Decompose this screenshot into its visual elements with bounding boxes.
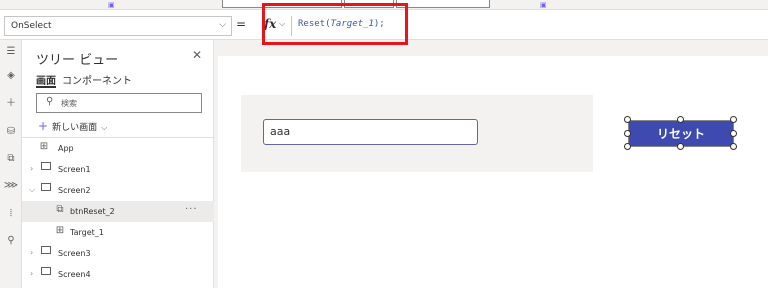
new-screen-button[interactable]: + 新しい画面 ⌵ [38,119,107,133]
search-icon: ⚲ [46,96,54,107]
new-screen-label: 新しい画面 [52,123,98,133]
tree-item-label: Screen3 [58,249,91,258]
left-rail: ☰ ◈ ＋ ⛁ ⧉ ⋙ ⦙ ⚲ [0,40,22,288]
active-tab-indicator [36,86,56,88]
text-input[interactable]: aaa [263,119,478,145]
screen-icon [40,246,52,258]
more-options-icon[interactable]: ··· [185,204,198,215]
tree-item-label: Screen2 [58,186,91,195]
tree-item-btnreset-2[interactable]: ⧉ btnReset_2 ··· [22,201,214,222]
chevron-right-icon[interactable]: › [30,269,33,278]
resize-handle[interactable] [730,116,737,123]
tree-item-app[interactable]: ⊞ App [22,138,214,159]
container-icon: ⊞ [55,225,65,236]
resize-handle[interactable] [677,143,684,150]
tree-view-title: ツリー ビュー [36,53,119,68]
resize-handle[interactable] [730,143,737,150]
property-dropdown-value: OnSelect [11,21,52,31]
media-icon[interactable]: ⧉ [3,151,19,167]
resize-handle[interactable] [624,130,631,137]
search-input[interactable]: ⚲ 検索 [36,93,202,113]
tree-item-target-1[interactable]: ⊞ Target_1 [22,222,214,243]
equals-sign: = [236,17,247,31]
toolbar-icon[interactable]: ▣ [540,1,547,9]
button-control-icon: ⧉ [56,204,64,215]
tree-item-screen2[interactable]: ⌵ Screen2 [22,180,214,201]
chevron-down-icon[interactable]: ⌵ [29,185,35,195]
tree-item-screen1[interactable]: › Screen1 [22,159,214,180]
layers-icon[interactable]: ◈ [3,68,19,84]
tree-item-label: btnReset_2 [70,207,115,216]
tree-item-screen3[interactable]: › Screen3 [22,243,214,264]
tree-item-label: App [58,144,74,153]
chevron-down-icon: ⌵ [219,20,226,30]
hamburger-menu-icon[interactable]: ☰ [3,44,19,60]
chevron-right-icon[interactable]: › [30,248,33,257]
close-icon[interactable]: ✕ [192,48,202,62]
search-icon[interactable]: ⚲ [3,233,19,249]
toolbar-icon[interactable]: ▣ [108,1,115,9]
plus-icon: + [38,119,49,133]
tree-item-screen4[interactable]: › Screen4 [22,264,214,285]
tree-item-label: Screen1 [58,165,91,174]
toolbar-box[interactable] [396,0,490,8]
search-placeholder: 検索 [61,99,77,108]
text-input-value: aaa [270,125,291,138]
variables-icon[interactable]: ⦙ [3,206,19,222]
plus-icon[interactable]: ＋ [3,96,19,112]
chevron-right-icon[interactable]: › [30,164,33,173]
tree-item-label: Target_1 [70,228,104,237]
screen-icon [40,183,52,195]
tree-item-label: Screen4 [58,270,91,279]
power-automate-icon[interactable]: ⋙ [3,178,19,194]
screen-icon [40,267,52,279]
chevron-down-icon: ⌵ [101,123,108,132]
tab-screens[interactable]: 画面 [36,72,56,87]
red-highlight-box [262,3,408,45]
reset-button-label: リセット [656,127,705,141]
tab-components[interactable]: コンポーネント [62,72,132,87]
screen-icon [40,162,52,174]
app-canvas[interactable] [218,56,768,288]
resize-handle[interactable] [677,116,684,123]
tree-view-panel: ツリー ビュー ✕ 画面 コンポーネント ⚲ 検索 + 新しい画面 ⌵ ⊞ App … [22,40,214,288]
property-dropdown[interactable]: OnSelect ⌵ [4,16,232,36]
resize-handle[interactable] [624,116,631,123]
app-icon: ⊞ [39,141,49,152]
resize-handle[interactable] [624,143,631,150]
resize-handle[interactable] [730,130,737,137]
database-icon[interactable]: ⛁ [3,124,19,140]
